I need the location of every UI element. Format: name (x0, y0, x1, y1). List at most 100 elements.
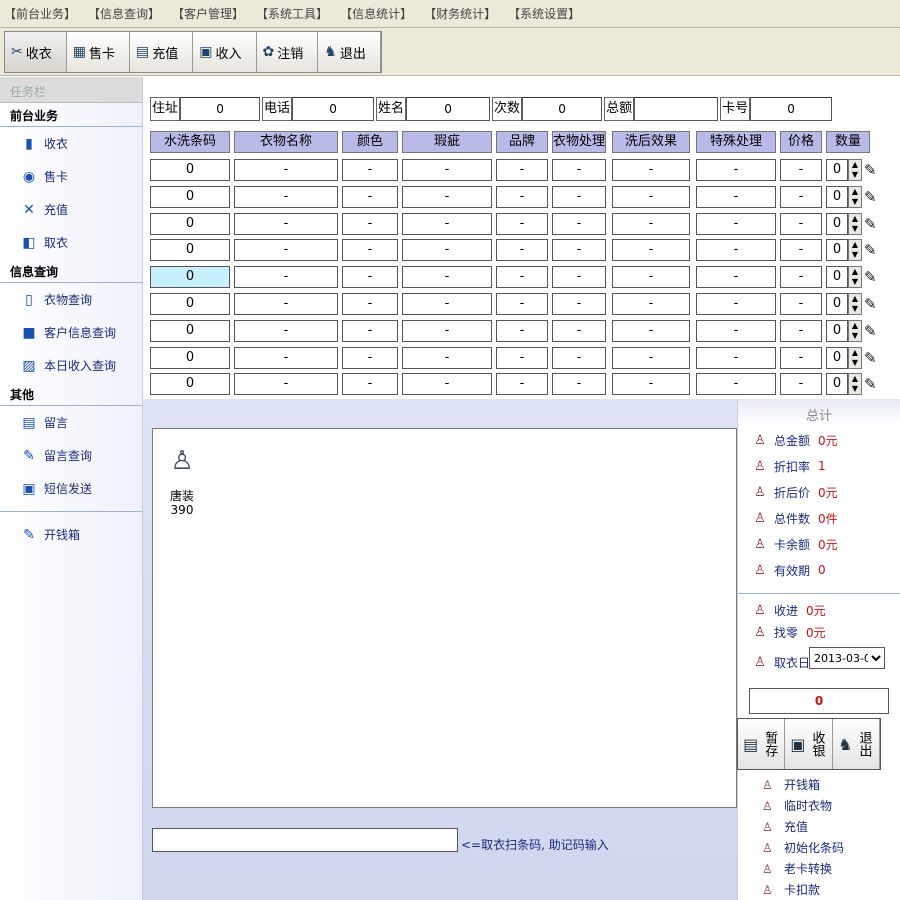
grid-cell[interactable]: - (234, 293, 338, 315)
grid-cell[interactable]: - (402, 185, 492, 208)
grid-cell[interactable]: - (234, 239, 338, 262)
grid-cell[interactable]: - (342, 293, 398, 315)
grid-cell[interactable]: - (552, 212, 606, 235)
grid-cell[interactable]: - (402, 293, 492, 315)
quantity-value[interactable]: 0 (826, 266, 848, 289)
sidebar-item-1-2[interactable]: ▨ 本日收入查询 (0, 349, 142, 382)
grid-cell[interactable]: 0 (150, 266, 230, 289)
grid-cell[interactable]: - (496, 319, 548, 342)
quantity-value[interactable]: 0 (826, 239, 848, 262)
quick-link-0[interactable]: ♙ 开钱箱 (762, 774, 844, 795)
grid-cell[interactable]: - (552, 266, 606, 289)
grid-cell[interactable]: - (696, 266, 776, 289)
action-button-2[interactable]: ♞ 退出 (832, 719, 880, 769)
grid-cell[interactable]: - (342, 346, 398, 369)
sidebar-item-2-0[interactable]: ▤ 留言 (0, 406, 142, 439)
quick-link-2[interactable]: ♙ 充值 (762, 816, 844, 837)
grid-cell[interactable]: 0 (150, 212, 230, 235)
quick-link-5[interactable]: ♙ 卡扣款 (762, 879, 844, 900)
attach-icon[interactable]: ✎ (864, 349, 877, 367)
grid-cell[interactable]: - (612, 159, 690, 181)
grid-cell[interactable]: - (402, 212, 492, 235)
quantity-value[interactable]: 0 (826, 346, 848, 369)
grid-cell[interactable]: - (342, 319, 398, 342)
spin-button[interactable]: ▲ ▼ (848, 185, 862, 208)
attach-icon[interactable]: ✎ (864, 188, 877, 206)
sidebar-item-open-drawer[interactable]: ✎ 开钱箱 (0, 518, 142, 551)
sidebar-item-2-2[interactable]: ▣ 短信发送 (0, 472, 142, 505)
grid-cell[interactable]: - (342, 239, 398, 262)
sidebar-item-0-1[interactable]: ◉ 售卡 (0, 160, 142, 193)
attach-icon[interactable]: ✎ (864, 268, 877, 286)
grid-cell[interactable]: - (402, 239, 492, 262)
grid-cell[interactable]: - (342, 266, 398, 289)
grid-cell[interactable]: - (496, 266, 548, 289)
info-field-4[interactable] (634, 97, 719, 121)
info-field-1[interactable]: 0 (292, 97, 375, 121)
grid-cell[interactable]: - (342, 373, 398, 396)
grid-cell[interactable]: - (696, 373, 776, 396)
attach-icon[interactable]: ✎ (864, 375, 877, 393)
spin-button[interactable]: ▲ ▼ (848, 239, 862, 262)
grid-cell[interactable]: - (780, 159, 822, 181)
info-field-2[interactable]: 0 (406, 97, 491, 121)
grid-cell[interactable]: - (780, 266, 822, 289)
grid-cell[interactable]: - (552, 293, 606, 315)
tab-0[interactable]: ✂ 收衣 (5, 32, 67, 72)
attach-icon[interactable]: ✎ (864, 322, 877, 340)
grid-cell[interactable]: - (780, 239, 822, 262)
grid-cell[interactable]: - (696, 293, 776, 315)
grid-cell[interactable]: - (402, 346, 492, 369)
grid-cell[interactable]: - (780, 373, 822, 396)
grid-cell[interactable]: - (612, 346, 690, 369)
grid-cell[interactable]: 0 (150, 319, 230, 342)
sidebar-item-1-1[interactable]: ■ 客户信息查询 (0, 316, 142, 349)
menu-item-2[interactable]: 【客户管理】 (172, 5, 244, 22)
grid-cell[interactable]: - (780, 346, 822, 369)
grid-cell[interactable]: - (234, 212, 338, 235)
sidebar-item-1-0[interactable]: ▯ 衣物查询 (0, 283, 142, 316)
grid-cell[interactable]: - (696, 346, 776, 369)
grid-cell[interactable]: - (496, 185, 548, 208)
pickup-date-select[interactable]: 2013-03-07 (809, 647, 885, 669)
quantity-value[interactable]: 0 (826, 319, 848, 342)
menu-item-4[interactable]: 【信息统计】 (340, 5, 412, 22)
quick-link-3[interactable]: ♙ 初始化条码 (762, 837, 844, 858)
grid-cell[interactable]: - (552, 319, 606, 342)
grid-cell[interactable]: - (402, 319, 492, 342)
grid-cell[interactable]: - (612, 212, 690, 235)
grid-cell[interactable]: - (552, 159, 606, 181)
grid-cell[interactable]: - (552, 239, 606, 262)
grid-cell[interactable]: 0 (150, 239, 230, 262)
grid-cell[interactable]: - (780, 212, 822, 235)
sidebar-item-0-3[interactable]: ◧ 取衣 (0, 226, 142, 259)
quantity-value[interactable]: 0 (826, 373, 848, 396)
attach-icon[interactable]: ✎ (864, 161, 877, 179)
action-button-1[interactable]: ▣ 收银 (785, 719, 833, 769)
sidebar-item-0-2[interactable]: ✕ 充值 (0, 193, 142, 226)
grid-cell[interactable]: - (496, 346, 548, 369)
tab-4[interactable]: ✿ 注销 (256, 32, 319, 72)
grid-cell[interactable]: - (402, 373, 492, 396)
menu-item-1[interactable]: 【信息查询】 (88, 5, 160, 22)
grid-cell[interactable]: - (552, 346, 606, 369)
quick-link-4[interactable]: ♙ 老卡转换 (762, 858, 844, 879)
grid-cell[interactable]: - (496, 159, 548, 181)
grid-cell[interactable]: - (696, 212, 776, 235)
quick-link-1[interactable]: ♙ 临时衣物 (762, 795, 844, 816)
grid-cell[interactable]: - (696, 185, 776, 208)
spin-button[interactable]: ▲ ▼ (848, 346, 862, 369)
grid-cell[interactable]: - (552, 185, 606, 208)
grid-cell[interactable]: 0 (150, 373, 230, 396)
grid-cell[interactable]: - (342, 185, 398, 208)
info-field-3[interactable]: 0 (522, 97, 603, 121)
attach-icon[interactable]: ✎ (864, 295, 877, 313)
grid-cell[interactable]: - (780, 293, 822, 315)
grid-cell[interactable]: - (696, 319, 776, 342)
grid-cell[interactable]: - (496, 373, 548, 396)
grid-cell[interactable]: 0 (150, 293, 230, 315)
menu-item-0[interactable]: 【前台业务】 (4, 5, 76, 22)
grid-cell[interactable]: - (342, 159, 398, 181)
grid-cell[interactable]: - (612, 293, 690, 315)
grid-cell[interactable]: - (780, 185, 822, 208)
